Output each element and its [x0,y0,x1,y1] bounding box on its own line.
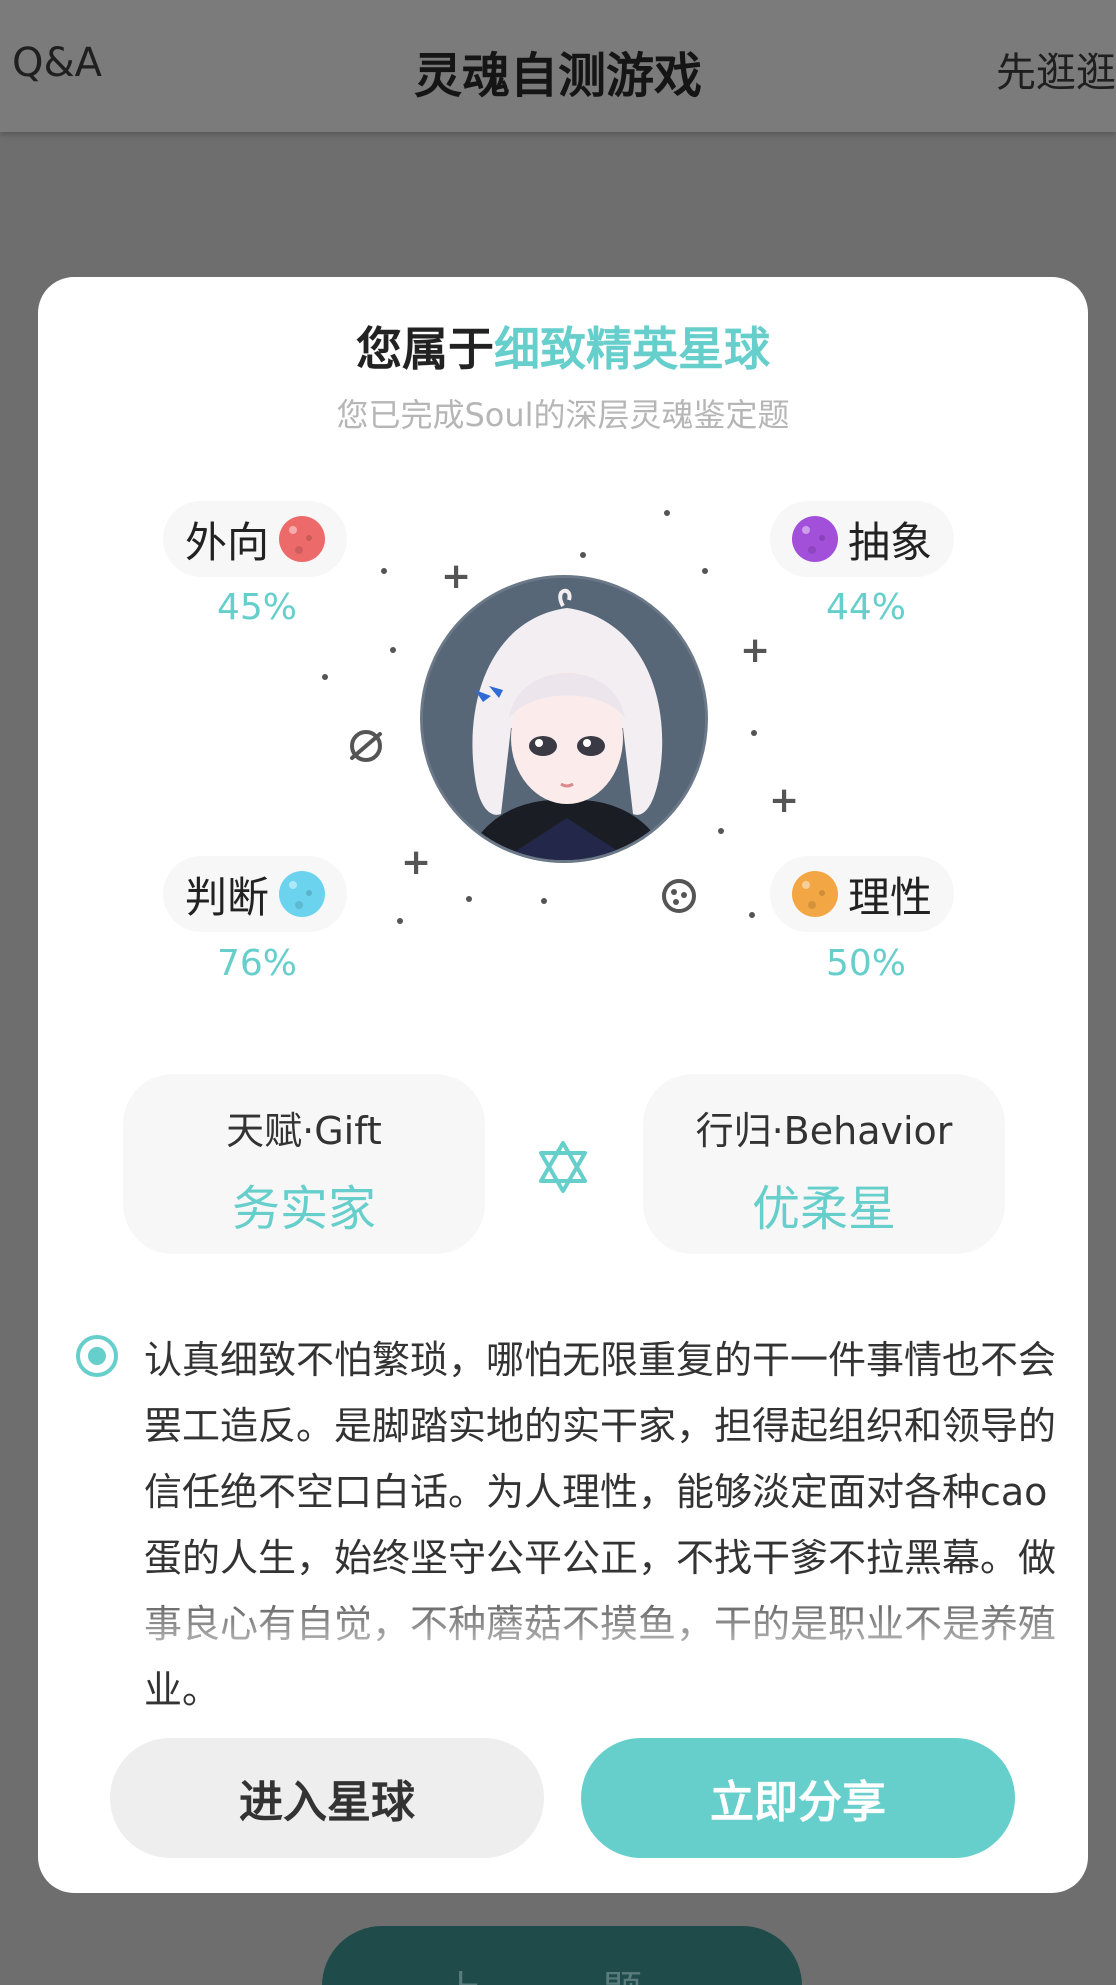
enter-planet-button[interactable]: 进入星球 [110,1738,544,1858]
trait-rational: 理性 [770,856,955,932]
page-title: 灵魂自测游戏 [413,48,702,104]
gift-value: 务实家 [231,1181,376,1237]
decor-dot [664,510,670,516]
trait-rational-percent: 50% [825,943,906,984]
decor-dot [718,828,724,834]
decor-dot [749,912,755,918]
decor-dot [381,568,387,574]
description-fade [38,1577,1088,1667]
decor-dot [466,896,472,902]
result-modal: 您属于细致精英星球 您已完成Soul的深层灵魂鉴定题 外向 45% 抽象 44%… [38,277,1088,1893]
planet-name: 细致精英星球 [494,322,770,376]
avatar [420,575,708,863]
purple-planet-icon [792,516,838,562]
decor-dot [390,647,396,653]
decor-dot [322,674,328,680]
trait-abstract-label: 抽象 [848,517,933,567]
trait-extrovert: 外向 [163,501,348,577]
trait-abstract-percent: 44% [825,587,906,628]
trait-judging: 判断 [163,856,348,932]
sparkle-icon: + [441,556,472,597]
share-now-button[interactable]: 立即分享 [581,1738,1015,1858]
sparkle-icon: + [740,630,771,671]
ringed-planet-icon [350,730,382,762]
previous-question-button: 上一题 [322,1926,802,1985]
decor-dot [541,898,547,904]
result-title-prefix: 您属于 [356,322,494,376]
result-title: 您属于细致精英星球 [38,313,1088,379]
cookie-planet-icon [662,879,696,913]
previous-question-label: 上一题 [322,1958,802,1985]
behavior-label: 行归·Behavior [695,1109,953,1153]
decor-dot [751,730,757,736]
trait-judging-label: 判断 [185,872,270,922]
orange-planet-icon [792,871,838,917]
radio-selected-icon [76,1335,118,1377]
trait-extrovert-label: 外向 [185,517,270,567]
gift-label: 天赋·Gift [226,1109,382,1153]
anime-avatar-illustration [423,578,705,860]
star-of-david-icon [539,1141,587,1193]
trait-rational-label: 理性 [848,872,933,922]
trait-abstract: 抽象 [770,501,955,577]
decor-dot [702,568,708,574]
decor-dot [580,552,586,558]
decor-dot [397,918,403,924]
sparkle-icon: + [769,780,800,821]
blue-planet-icon [279,871,326,917]
trait-judging-percent: 76% [216,943,297,984]
behavior-card: 行归·Behavior 优柔星 [643,1074,1005,1254]
result-subtitle: 您已完成Soul的深层灵魂鉴定题 [336,396,790,434]
sparkle-icon: + [401,842,432,883]
trait-extrovert-percent: 45% [216,587,297,628]
gift-card: 天赋·Gift 务实家 [123,1074,485,1254]
behavior-value: 优柔星 [751,1181,896,1237]
red-planet-icon [279,516,326,562]
top-nav-bar: Q&A 灵魂自测游戏 先逛逛 [0,0,1116,132]
browse-link[interactable]: 先逛逛 [996,40,1116,98]
